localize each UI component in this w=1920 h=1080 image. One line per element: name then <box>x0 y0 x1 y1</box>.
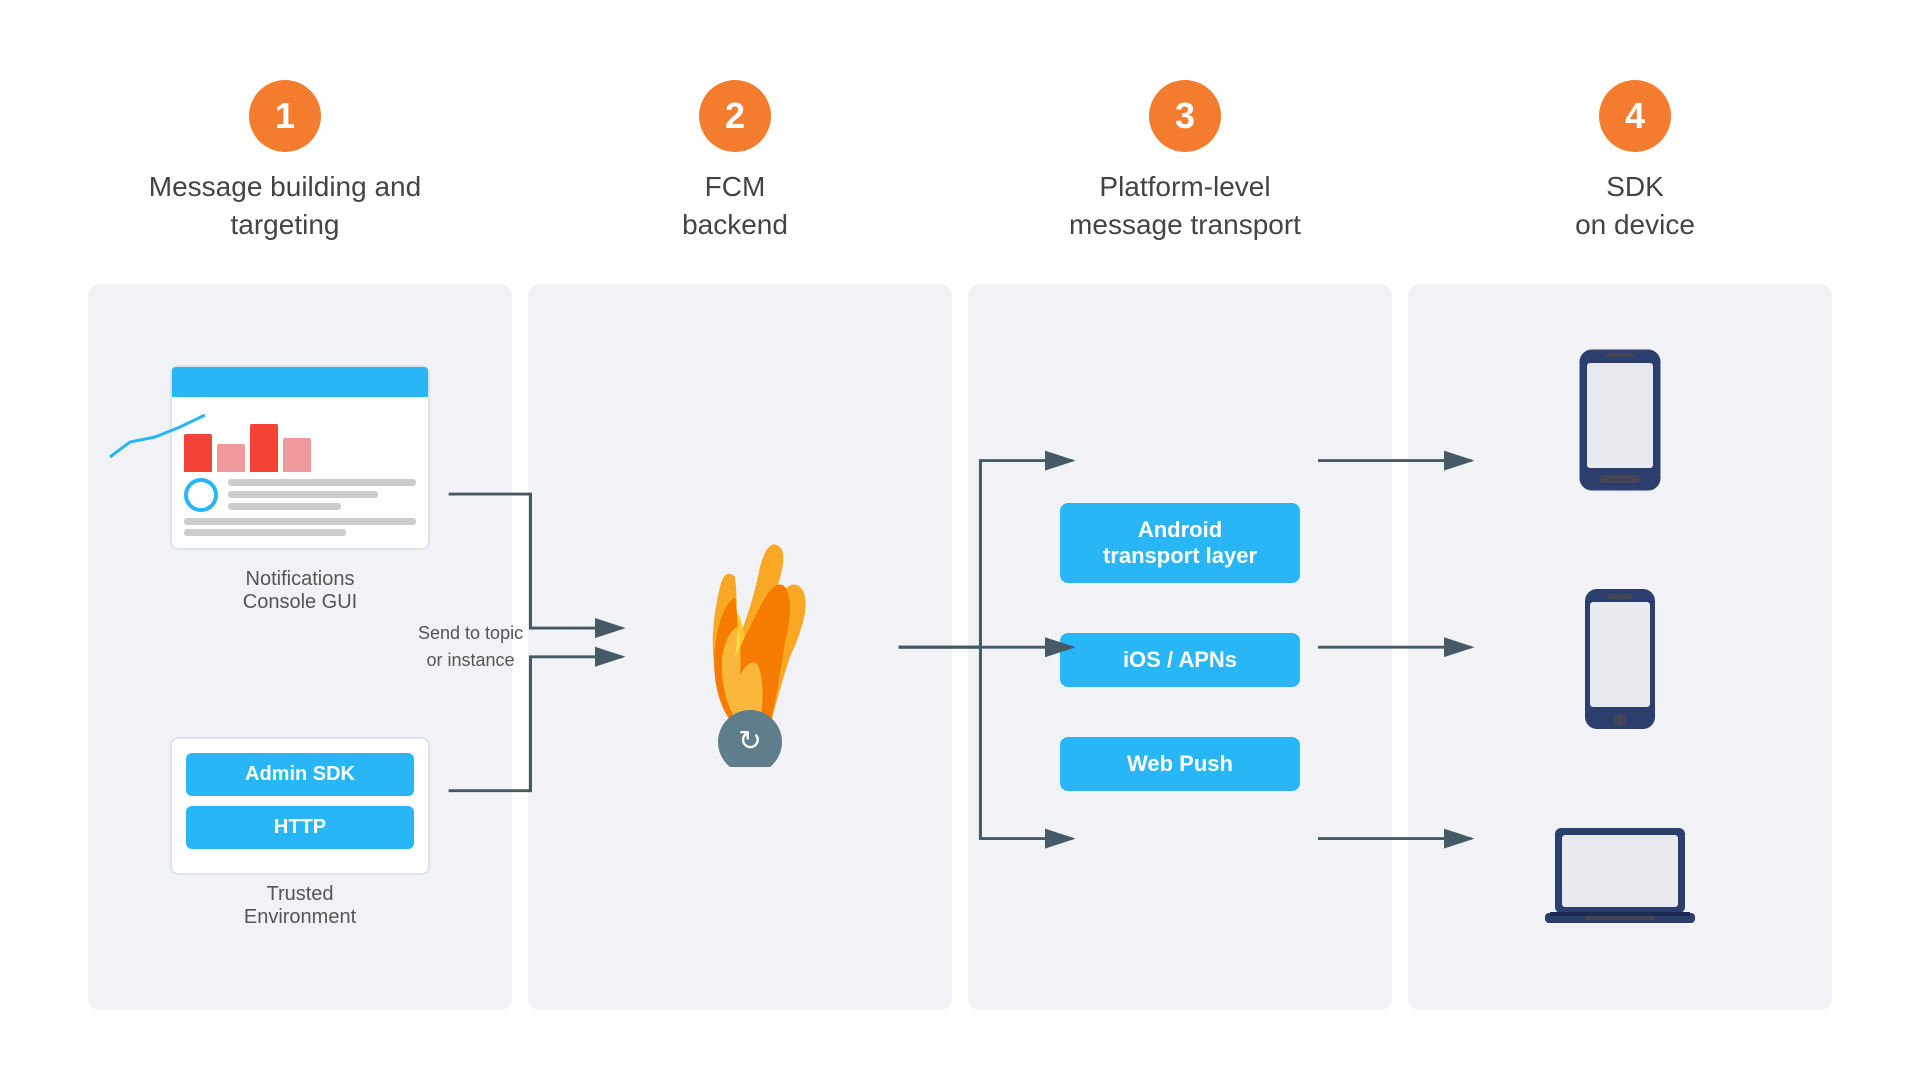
line-4 <box>184 518 416 525</box>
step-3-circle: 3 <box>1149 80 1221 152</box>
notifications-console-group: NotificationsConsole GUI <box>170 365 430 614</box>
trusted-card: Admin SDK HTTP <box>170 737 430 875</box>
console-lines-group <box>228 479 416 510</box>
svg-text:↻: ↻ <box>738 725 761 756</box>
steps-row: 1 Message building andtargeting 2 FCMbac… <box>60 60 1860 274</box>
column-2: Send to topicor instance ↻ <box>528 284 952 1010</box>
admin-sdk-button[interactable]: Admin SDK <box>186 753 414 796</box>
firebase-flame-svg: ↻ <box>640 527 840 767</box>
bar-4 <box>283 438 311 472</box>
transport-ios: iOS / APNs <box>1060 633 1300 687</box>
trusted-label: TrustedEnvironment <box>244 883 356 929</box>
bar-3 <box>250 424 278 472</box>
transport-android: Androidtransport layer <box>1060 503 1300 583</box>
column-3: Androidtransport layer iOS / APNs Web Pu… <box>968 284 1392 1010</box>
step-3-label: Platform-levelmessage transport <box>1069 168 1301 244</box>
console-label: NotificationsConsole GUI <box>243 568 358 614</box>
step-4: 4 SDKon device <box>1445 80 1825 244</box>
console-header-bar <box>172 367 428 397</box>
step-3: 3 Platform-levelmessage transport <box>995 80 1375 244</box>
chart-area <box>184 407 416 472</box>
console-circle <box>184 478 218 512</box>
step-2: 2 FCMbackend <box>545 80 925 244</box>
step-2-circle: 2 <box>699 80 771 152</box>
step-1: 1 Message building andtargeting <box>95 80 475 244</box>
step-2-label: FCMbackend <box>682 168 788 244</box>
firebase-icon: ↻ <box>640 527 840 767</box>
bar-2 <box>217 444 245 472</box>
step-4-label: SDKon device <box>1575 168 1695 244</box>
content-row: NotificationsConsole GUI Admin SDK HTTP … <box>60 274 1860 1020</box>
line-1 <box>228 479 416 486</box>
transport-boxes-group: Androidtransport layer iOS / APNs Web Pu… <box>1060 503 1300 791</box>
http-button[interactable]: HTTP <box>186 806 414 849</box>
trend-line-svg <box>100 407 220 472</box>
line-2 <box>228 491 378 498</box>
console-row <box>184 478 416 512</box>
ios-phone-svg <box>1580 584 1660 734</box>
transport-webpush: Web Push <box>1060 737 1300 791</box>
console-card <box>170 365 430 550</box>
web-device <box>1540 823 1700 948</box>
line-3 <box>228 503 341 510</box>
send-label: Send to topicor instance <box>418 620 523 674</box>
trusted-env-group: Admin SDK HTTP TrustedEnvironment <box>170 737 430 929</box>
laptop-svg <box>1540 823 1700 943</box>
column-4 <box>1408 284 1832 1010</box>
android-device <box>1575 345 1665 500</box>
ios-device <box>1580 584 1660 739</box>
step-1-label: Message building andtargeting <box>149 168 421 244</box>
step-1-circle: 1 <box>249 80 321 152</box>
fcm-architecture-diagram: 1 Message building andtargeting 2 FCMbac… <box>60 60 1860 1020</box>
line-5 <box>184 529 346 536</box>
step-4-circle: 4 <box>1599 80 1671 152</box>
android-phone-svg <box>1575 345 1665 495</box>
